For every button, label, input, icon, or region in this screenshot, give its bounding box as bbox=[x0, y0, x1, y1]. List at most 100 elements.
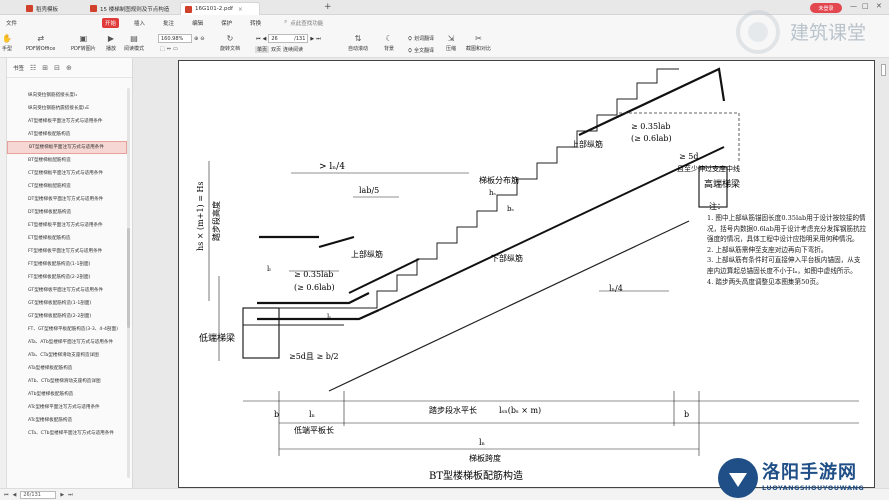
sidebar-bookmark-item[interactable]: AT型楼梯板配筋构造 bbox=[7, 128, 127, 141]
word-translate-button[interactable]: ⛭ 划词翻译 bbox=[408, 35, 434, 43]
feature-search[interactable]: ⌕ 点此查找功能 bbox=[284, 19, 323, 27]
scroll-thumb[interactable] bbox=[127, 228, 130, 328]
menu-start[interactable]: 开始 bbox=[102, 17, 120, 28]
rotate-button[interactable]: ↻ 旋转文档 bbox=[220, 33, 241, 53]
screenshot-button[interactable]: ✂ 截图和对比 bbox=[466, 33, 491, 53]
label-lab: lab/5 bbox=[359, 186, 379, 195]
rotate-label: 旋转文档 bbox=[220, 46, 241, 52]
pdf-to-office-button[interactable]: ⇄ PDF转Office bbox=[26, 33, 56, 53]
document-scrollbar[interactable] bbox=[877, 58, 889, 488]
reading-mode-button[interactable]: ▤ 阅读模式 bbox=[124, 33, 144, 53]
first-page-icon[interactable]: ⏮ bbox=[256, 36, 261, 42]
sidebar-bookmark-item[interactable]: CT型楼梯板配筋构造 bbox=[7, 180, 127, 193]
close-icon[interactable]: × bbox=[238, 6, 243, 13]
scroll-thumb[interactable] bbox=[881, 64, 886, 76]
fit-width-icon[interactable]: ⇔ bbox=[167, 46, 171, 52]
label-ln4-mid: lₙ/4 bbox=[609, 284, 623, 293]
sidebar-bookmark-item[interactable]: ATc型楼梯平面注写方式与适用条件 bbox=[7, 401, 127, 414]
next-page-icon[interactable]: ▶ bbox=[60, 492, 64, 498]
bookmark-icon[interactable]: ☷ bbox=[30, 64, 36, 72]
sidebar-bookmark-item[interactable]: CT型楼梯板平面注写方式与适用条件 bbox=[7, 167, 127, 180]
last-page-icon[interactable]: ⏭ bbox=[316, 36, 321, 42]
double-page-button[interactable]: 双页 bbox=[271, 46, 281, 53]
sidebar-bookmark-item[interactable]: FT型楼梯板配筋构造(2-2剖面) bbox=[7, 271, 127, 284]
sidebar-bookmark-item[interactable]: DT型楼梯板平面注写方式与适用条件 bbox=[7, 193, 127, 206]
menu-edit[interactable]: 编辑 bbox=[189, 18, 206, 28]
label-ratio1a: ≥ 0.35lab bbox=[294, 270, 334, 279]
sidebar-bookmark-item[interactable]: FT型楼梯板配筋构造(1-1剖面) bbox=[7, 258, 127, 271]
play-button[interactable]: ▶ 播放 bbox=[106, 33, 116, 53]
zoom-out-icon[interactable]: ⊖ bbox=[200, 36, 204, 42]
sidebar-bookmark-item[interactable]: BT型楼梯板平面注写方式与适用条件 bbox=[7, 141, 127, 154]
compress-label: 压缩 bbox=[446, 46, 457, 52]
pdf-to-image-button[interactable]: ▣ PDF转图片 bbox=[71, 33, 96, 53]
label-span: 梯板跨度 bbox=[469, 453, 501, 463]
label-upper-bar: 上部纵筋 bbox=[351, 249, 383, 259]
tab-16g101[interactable]: 16G101-2.pdf × bbox=[180, 2, 260, 15]
sidebar-bookmark-item[interactable]: 纵向受拉钢筋抗震搭接长度l₁E bbox=[7, 102, 127, 115]
autoscroll-button[interactable]: ⇅ 自动滚动 bbox=[348, 33, 369, 53]
continuous-button[interactable]: 连续阅读 bbox=[283, 46, 303, 53]
sidebar-bookmark-item[interactable]: FT型楼梯板平面注写方式与适用条件 bbox=[7, 245, 127, 258]
sidebar-bookmark-item[interactable]: GT型楼梯板配筋构造(2-2剖面) bbox=[7, 310, 127, 323]
sidebar-bookmark-item[interactable]: ATc型楼梯板配筋构造 bbox=[7, 414, 127, 427]
label-lower-bar: 下部纵筋 bbox=[491, 253, 523, 263]
status-page-total: /131 bbox=[29, 491, 41, 498]
full-translate-button[interactable]: ⛭ 全文翻译 bbox=[408, 47, 434, 55]
prev-page-icon[interactable]: ◀ bbox=[263, 36, 267, 42]
expand-icon[interactable]: ⊞ bbox=[42, 64, 48, 72]
tab-docer[interactable]: 稻壳模板 bbox=[22, 2, 84, 15]
actual-size-icon[interactable]: ▭ bbox=[173, 46, 178, 52]
upper-rebar-low bbox=[257, 292, 370, 305]
status-page-input[interactable]: 26 /131 bbox=[20, 490, 57, 499]
sidebar-bookmark-item[interactable]: DT型楼梯板配筋构造 bbox=[7, 206, 127, 219]
background-button[interactable]: ☾ 背景 bbox=[384, 33, 395, 53]
label-ratio1b: (≥ 0.6lab) bbox=[294, 283, 335, 292]
label-ge5d-b: ≥5d且 ≥ b/2 bbox=[289, 352, 339, 361]
note-4: 4. 踏步两头高度调整见本图集第50页。 bbox=[707, 277, 823, 286]
first-page-icon[interactable]: ⏮ bbox=[4, 492, 9, 498]
single-page-button[interactable]: 单页 bbox=[255, 46, 270, 53]
sidebar-bookmark-item[interactable]: ATb、CTb型楼梯滑动支座构造详图 bbox=[7, 375, 127, 388]
left-strip bbox=[0, 58, 7, 488]
page-input[interactable]: 26 /131 bbox=[268, 34, 309, 43]
sidebar-bookmark-item[interactable]: ATb型楼梯板配筋构造 bbox=[7, 388, 127, 401]
sidebar-scrollbar[interactable] bbox=[127, 88, 130, 478]
tab-stair-rules[interactable]: 15 楼梯制图规则及节点构造 bbox=[86, 2, 176, 15]
zoom-input[interactable]: 160.98% bbox=[158, 34, 192, 43]
new-tab-icon[interactable]: + bbox=[324, 2, 332, 12]
sidebar-bookmark-item[interactable]: ET型楼梯板平面注写方式与适用条件 bbox=[7, 219, 127, 232]
collapse-icon[interactable]: ⊟ bbox=[54, 64, 60, 72]
sidebar-bookmark-item[interactable]: ATa型楼梯板配筋构造 bbox=[7, 362, 127, 375]
sidebar-bookmark-item[interactable]: FT、GT型楼梯平板配筋构造(3-3、4-4剖面) bbox=[7, 323, 127, 336]
gamepad-icon bbox=[729, 473, 747, 487]
sidebar-bookmark-item[interactable]: ET型楼梯板配筋构造 bbox=[7, 232, 127, 245]
last-page-icon[interactable]: ⏭ bbox=[68, 492, 73, 498]
fit-page-icon[interactable]: ⬚ bbox=[160, 46, 165, 52]
compress-button[interactable]: ⇲ 压缩 bbox=[446, 33, 457, 53]
menu-protect[interactable]: 保护 bbox=[218, 18, 235, 28]
menu-comment[interactable]: 批注 bbox=[160, 18, 177, 28]
sidebar-bookmark-item[interactable]: GT型楼梯板平面注写方式与适用条件 bbox=[7, 284, 127, 297]
menu-file[interactable]: 文件 bbox=[3, 18, 20, 28]
sidebar-bookmark-item[interactable]: 纵向受拉钢筋搭接长度l₁ bbox=[7, 89, 127, 102]
pdf-to-office-label: PDF转Office bbox=[26, 46, 56, 52]
zoom-in-icon[interactable]: ⊕ bbox=[194, 36, 198, 42]
background-label: 背景 bbox=[384, 46, 395, 52]
autoscroll-label: 自动滚动 bbox=[348, 46, 369, 52]
label-ratio2b: (≥ 0.6lab) bbox=[631, 134, 672, 143]
menu-convert[interactable]: 转换 bbox=[247, 18, 264, 28]
sidebar-bookmark-item[interactable]: BT型楼梯板配筋构造 bbox=[7, 154, 127, 167]
hand-tool-button[interactable]: ✋ 手型 bbox=[2, 33, 12, 53]
lower-rebar-low bbox=[257, 308, 380, 321]
translate-icon: ⛭ bbox=[408, 35, 413, 42]
sidebar-bookmark-item[interactable]: AT型楼梯板平面注写方式与适用条件 bbox=[7, 115, 127, 128]
sidebar-bookmark-item[interactable]: ATa、CTa型楼梯滑动支座构造详图 bbox=[7, 349, 127, 362]
menu-insert[interactable]: 插入 bbox=[131, 18, 148, 28]
bookmark-add-icon[interactable]: ⊕ bbox=[66, 64, 72, 72]
sidebar-bookmark-item[interactable]: CTa、CTb型楼梯平面注写方式与适用条件 bbox=[7, 427, 127, 440]
prev-page-icon[interactable]: ◀ bbox=[13, 492, 17, 498]
sidebar-bookmark-item[interactable]: ATa、ATb型楼梯平面注写方式与适用条件 bbox=[7, 336, 127, 349]
next-page-icon[interactable]: ▶ bbox=[310, 36, 314, 42]
sidebar-bookmark-item[interactable]: GT型楼梯板配筋构造(1-1剖面) bbox=[7, 297, 127, 310]
